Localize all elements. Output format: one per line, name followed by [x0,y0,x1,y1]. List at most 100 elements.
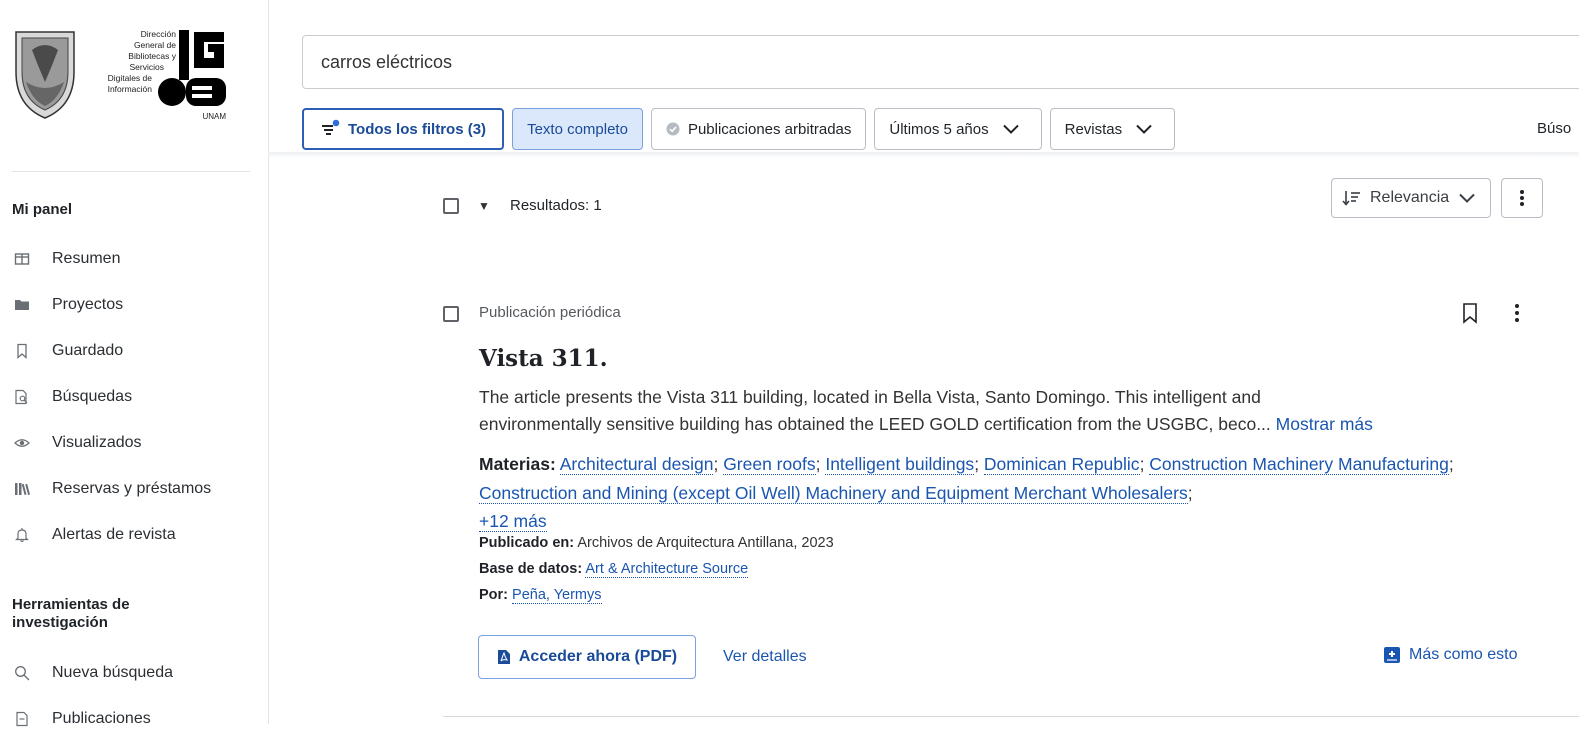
subjects-label: Materias: [479,454,556,474]
select-menu-caret-icon[interactable]: ▼ [478,199,490,213]
svg-text:Digitales de: Digitales de [108,73,153,83]
svg-text:Dirección: Dirección [141,29,177,39]
results-count: Resultados: 1 [510,197,602,214]
results-options-button[interactable] [1501,178,1543,218]
sidebar-item-busquedas[interactable]: Búsquedas [12,384,252,410]
svg-text:Información: Información [108,84,153,94]
chip-label: Texto completo [527,120,628,138]
section-title-mi-panel: Mi panel [12,201,73,218]
unam-shield-icon [15,31,75,119]
sidebar-item-publicaciones[interactable]: Publicaciones [12,706,252,732]
divider [443,716,1579,717]
subject-link[interactable]: Dominican Republic [983,454,1140,475]
sidebar-item-nueva-busqueda[interactable]: Nueva búsqueda [12,660,252,686]
check-circle-icon [666,122,680,136]
meta-value: Archivos de Arquitectura Antillana, 2023 [577,535,834,551]
meta-label: Por: [479,587,508,603]
more-vertical-icon [1520,190,1524,206]
result-options-button[interactable] [1510,302,1524,329]
subject-link[interactable]: Green roofs [723,454,816,475]
sidebar-item-proyectos[interactable]: Proyectos [12,292,252,318]
sidebar-item-label: Reservas y préstamos [52,480,212,497]
divider [12,171,250,172]
abstract-line: The article presents the Vista 311 build… [479,387,1261,407]
chip-label: Revistas [1064,120,1123,138]
sidebar-item-reservas[interactable]: Reservas y préstamos [12,476,252,502]
bell-icon [12,526,32,544]
svg-text:UNAM: UNAM [202,112,226,121]
author: Por: Peña, Yermys [479,587,602,604]
sidebar-item-guardado[interactable]: Guardado [12,338,252,364]
svg-text:Servicios: Servicios [130,62,164,72]
svg-text:Bibliotecas y: Bibliotecas y [128,51,176,61]
folder-icon [12,296,32,314]
peer-reviewed-filter-chip[interactable]: Publicaciones arbitradas [650,108,867,150]
date-range-dropdown[interactable]: Últimos 5 años [874,108,1042,150]
svg-text:General de: General de [134,40,176,50]
section-title-herramientas: Herramientas de investigación [12,596,130,632]
record-subjects: Materias: Architectural design; Green ro… [479,454,1454,532]
subject-link[interactable]: Construction and Mining (except Oil Well… [479,482,1188,504]
add-book-icon [1384,647,1400,663]
pdf-icon [497,650,510,664]
subject-link[interactable]: Architectural design [559,454,714,475]
full-text-filter-chip[interactable]: Texto completo [512,108,643,150]
library-icon [12,480,32,498]
chip-label: Últimos 5 años [889,120,989,138]
more-vertical-icon [1515,304,1519,322]
access-pdf-button[interactable]: Acceder ahora (PDF) [478,635,696,679]
sidebar-item-label: Resumen [52,250,121,267]
library-logo[interactable]: Dirección General de Bibliotecas y Servi… [12,22,230,122]
result-checkbox[interactable] [443,306,459,322]
sidebar-item-label: Nueva búsqueda [52,664,173,681]
filter-bar: Todos los filtros (3) Texto completo Pub… [302,108,1176,150]
sidebar-item-label: Búsquedas [52,388,133,405]
show-more-link[interactable]: Mostrar más [1276,414,1373,434]
search-input[interactable]: carros eléctricos [302,35,1579,89]
sidebar: Dirección General de Bibliotecas y Servi… [0,0,269,727]
filter-bar-shadow [268,152,1579,158]
meta-label: Base de datos: [479,561,583,577]
saved-search-icon [12,388,32,406]
subject-link[interactable]: Intelligent buildings [825,454,975,475]
search-icon [12,664,32,682]
sidebar-item-label: Guardado [52,342,124,359]
bookmark-icon [1463,303,1477,324]
bookmark-icon [12,342,32,360]
filter-icon [322,119,340,135]
sidebar-item-alertas[interactable]: Alertas de revista [12,522,252,548]
abstract-line: environmentally sensitive building has o… [479,414,1271,434]
section-title-line: investigación [12,614,108,631]
record-abstract: The article presents the Vista 311 build… [479,384,1479,438]
author-link[interactable]: Peña, Yermys [512,587,602,604]
sidebar-item-visualizados[interactable]: Visualizados [12,430,252,456]
more-subjects-link[interactable]: +12 más [479,511,547,532]
abstract-line-2: environmentally sensitive building has o… [479,411,1479,438]
summary-icon [12,250,32,268]
publication-type: Publicación periódica [479,304,621,321]
sort-dropdown[interactable]: Relevancia [1331,178,1491,218]
select-all-checkbox[interactable] [443,198,459,214]
sidebar-item-resumen[interactable]: Resumen [12,246,252,272]
sidebar-item-label: Publicaciones [52,710,151,727]
eye-icon [12,434,32,452]
meta-label: Publicado en: [479,535,575,551]
access-label: Acceder ahora (PDF) [518,648,678,665]
record-title-link[interactable]: Vista 311. [479,345,608,372]
search-options-link[interactable]: Búso [1537,120,1571,137]
database: Base de datos: Art & Architecture Source [479,561,749,578]
save-bookmark-button[interactable] [1461,302,1479,329]
more-like-label: Más como esto [1409,646,1518,663]
view-details-link[interactable]: Ver detalles [723,648,807,666]
search-query-text: carros eléctricos [321,51,453,72]
more-like-this-link[interactable]: Más como esto [1383,646,1517,664]
source-type-dropdown[interactable]: Revistas [1049,108,1176,150]
all-filters-button[interactable]: Todos los filtros (3) [302,108,505,150]
all-filters-label: Todos los filtros (3) [348,120,487,138]
sidebar-item-label: Proyectos [52,296,124,313]
subject-link[interactable]: Construction Machinery Manufacturing [1149,454,1449,475]
document-icon [12,710,32,728]
chevron-down-icon [1136,124,1152,134]
database-link[interactable]: Art & Architecture Source [585,561,749,578]
chevron-down-icon [1002,124,1019,134]
